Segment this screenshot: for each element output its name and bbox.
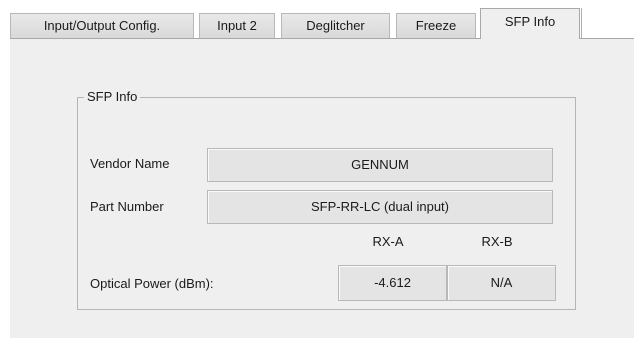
rx-a-optical-power-field: -4.612 [338,265,447,301]
tab-strip: Input/Output Config. Input 2 Deglitcher … [10,8,632,39]
sfp-info-panel: Input/Output Config. Input 2 Deglitcher … [0,0,634,351]
vendor-name-label: Vendor Name [90,156,170,171]
rx-b-optical-power-field: N/A [447,265,556,301]
part-number-field: SFP-RR-LC (dual input) [207,190,553,224]
tab-input-2[interactable]: Input 2 [199,13,275,38]
optical-power-label: Optical Power (dBm): [90,276,214,291]
part-number-label: Part Number [90,199,164,214]
vendor-name-field: GENNUM [207,148,553,182]
groupbox-title: SFP Info [84,89,141,105]
tab-input-output-config[interactable]: Input/Output Config. [10,13,194,38]
tab-strip-divider [581,8,582,38]
tab-deglitcher[interactable]: Deglitcher [281,13,390,38]
tab-freeze[interactable]: Freeze [396,13,476,38]
rx-a-header: RX-A [372,234,404,249]
rx-b-header: RX-B [481,234,513,249]
tab-sfp-info[interactable]: SFP Info [480,8,580,39]
